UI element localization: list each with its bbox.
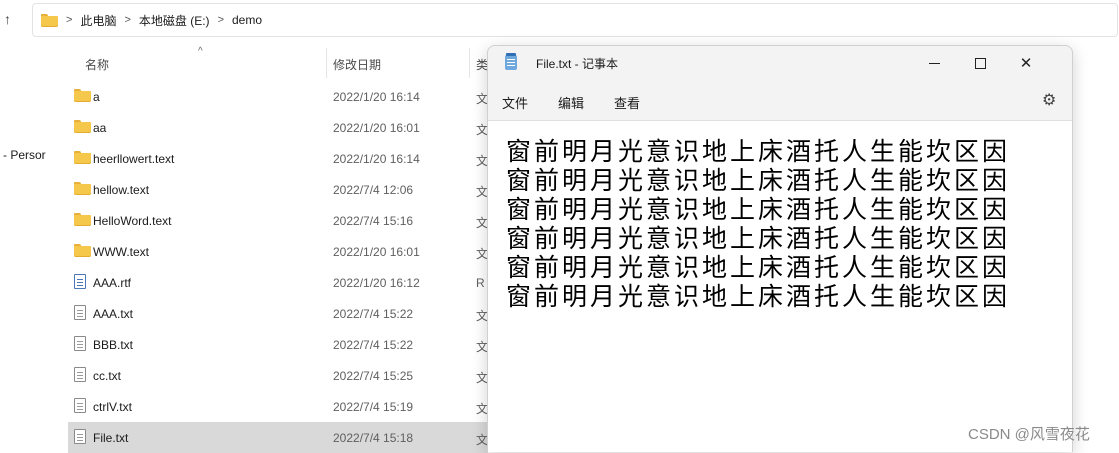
chevron-right-icon: > — [217, 14, 224, 26]
menu-bar: 文件 编辑 查看 — [488, 84, 1072, 114]
file-date: 2022/7/4 15:16 — [333, 214, 414, 228]
file-name: File.txt — [93, 431, 129, 445]
notepad-icon — [505, 53, 517, 70]
file-date: 2022/7/4 15:22 — [333, 338, 414, 352]
file-row[interactable]: a 2022/1/20 16:14 文 — [68, 81, 488, 112]
folder-icon — [74, 182, 91, 195]
notepad-window: File.txt - 记事本 ✕ 文件 编辑 查看 ⚙ 窗前明月光意识地上床酒托… — [487, 45, 1073, 452]
address-bar[interactable]: > 此电脑 > 本地磁盘 (E:) > demo — [32, 3, 1118, 37]
folder-icon — [74, 213, 91, 226]
sort-ascending-icon: ^ — [198, 46, 203, 57]
watermark: CSDN @风雪夜花 — [968, 426, 1090, 443]
file-row[interactable]: AAA.rtf 2022/1/20 16:12 R — [68, 267, 488, 298]
menu-file[interactable]: 文件 — [502, 93, 528, 112]
file-date: 2022/1/20 16:01 — [333, 245, 420, 259]
text-line: 窗前明月光意识地上床酒托人生能坎区因 — [506, 166, 1011, 195]
up-arrow-icon[interactable]: ↑ — [4, 11, 20, 29]
file-date: 2022/1/20 16:14 — [333, 152, 420, 166]
file-row[interactable]: heerllowert.text 2022/1/20 16:14 文 — [68, 143, 488, 174]
file-date: 2022/7/4 15:18 — [333, 431, 414, 445]
minimize-button[interactable] — [911, 48, 957, 78]
file-name: a — [93, 90, 100, 104]
window-title: File.txt - 记事本 — [536, 57, 619, 71]
menu-view[interactable]: 查看 — [614, 93, 640, 112]
file-row[interactable]: HelloWord.text 2022/7/4 15:16 文 — [68, 205, 488, 236]
notepad-titlebar[interactable]: File.txt - 记事本 ✕ — [488, 46, 1072, 80]
text-editor[interactable]: 窗前明月光意识地上床酒托人生能坎区因 窗前明月光意识地上床酒托人生能坎区因 窗前明月… — [488, 120, 1072, 452]
file-row[interactable]: aa 2022/1/20 16:01 文 — [68, 112, 488, 143]
file-row[interactable]: AAA.txt 2022/7/4 15:22 文 — [68, 298, 488, 329]
text-file-icon — [74, 429, 86, 444]
file-date: 2022/1/20 16:01 — [333, 121, 420, 135]
folder-icon — [74, 244, 91, 257]
maximize-button[interactable] — [957, 48, 1003, 78]
text-file-icon — [74, 305, 86, 320]
file-name: aa — [93, 121, 107, 135]
rtf-file-icon — [74, 274, 86, 289]
gear-icon[interactable]: ⚙ — [1042, 90, 1056, 110]
file-type: R — [476, 276, 485, 290]
text-line: 窗前明月光意识地上床酒托人生能坎区因 — [506, 195, 1011, 224]
text-file-icon — [74, 336, 86, 351]
file-date: 2022/1/20 16:14 — [333, 90, 420, 104]
file-row[interactable]: hellow.text 2022/7/4 12:06 文 — [68, 174, 488, 205]
file-date: 2022/7/4 12:06 — [333, 183, 414, 197]
file-name: heerllowert.text — [93, 152, 175, 166]
text-line: 窗前明月光意识地上床酒托人生能坎区因 — [506, 224, 1011, 253]
text-file-icon — [74, 367, 86, 382]
breadcrumb-demo[interactable]: demo — [232, 13, 262, 27]
text-line: 窗前明月光意识地上床酒托人生能坎区因 — [506, 282, 1011, 311]
chevron-right-icon: > — [66, 14, 73, 26]
file-name: hellow.text — [93, 183, 150, 197]
file-date: 2022/1/20 16:12 — [333, 276, 420, 290]
file-row[interactable]: WWW.text 2022/1/20 16:01 文 — [68, 236, 488, 267]
column-divider[interactable] — [469, 48, 470, 78]
folder-icon — [74, 151, 91, 164]
breadcrumb-local-disk[interactable]: 本地磁盘 (E:) — [139, 12, 210, 29]
file-name: AAA.txt — [93, 307, 134, 321]
file-name: AAA.rtf — [93, 276, 132, 290]
file-name: WWW.text — [93, 245, 149, 259]
file-row[interactable]: ctrlV.txt 2022/7/4 15:19 文 — [68, 391, 488, 422]
file-name: HelloWord.text — [93, 214, 172, 228]
text-file-icon — [74, 398, 86, 413]
file-name: BBB.txt — [93, 338, 134, 352]
text-line: 窗前明月光意识地上床酒托人生能坎区因 — [506, 137, 1011, 166]
chevron-right-icon: > — [124, 14, 131, 26]
text-line: 窗前明月光意识地上床酒托人生能坎区因 — [506, 253, 1011, 282]
column-divider[interactable] — [326, 48, 327, 78]
file-name: cc.txt — [93, 369, 122, 383]
file-name: ctrlV.txt — [93, 400, 132, 414]
editor-content: 窗前明月光意识地上床酒托人生能坎区因 窗前明月光意识地上床酒托人生能坎区因 窗前明月… — [506, 137, 1010, 311]
file-date: 2022/7/4 15:19 — [333, 400, 414, 414]
file-row[interactable]: cc.txt 2022/7/4 15:25 文 — [68, 360, 488, 391]
maximize-icon — [974, 57, 986, 69]
file-row[interactable]: BBB.txt 2022/7/4 15:22 文 — [68, 329, 488, 360]
close-icon: ✕ — [1019, 55, 1033, 72]
close-button[interactable]: ✕ — [1003, 48, 1049, 78]
minimize-icon — [928, 62, 940, 64]
file-date: 2022/7/4 15:22 — [333, 307, 414, 321]
file-row[interactable]: File.txt 2022/7/4 15:18 文 — [68, 422, 488, 453]
file-date: 2022/7/4 15:25 — [333, 369, 414, 383]
breadcrumb-this-pc[interactable]: 此电脑 — [80, 12, 116, 29]
folder-icon — [74, 89, 91, 102]
folder-icon — [74, 120, 91, 133]
nav-pane-item[interactable]: - Persor — [3, 148, 46, 162]
folder-icon — [41, 13, 58, 27]
menu-edit[interactable]: 编辑 — [558, 93, 584, 112]
